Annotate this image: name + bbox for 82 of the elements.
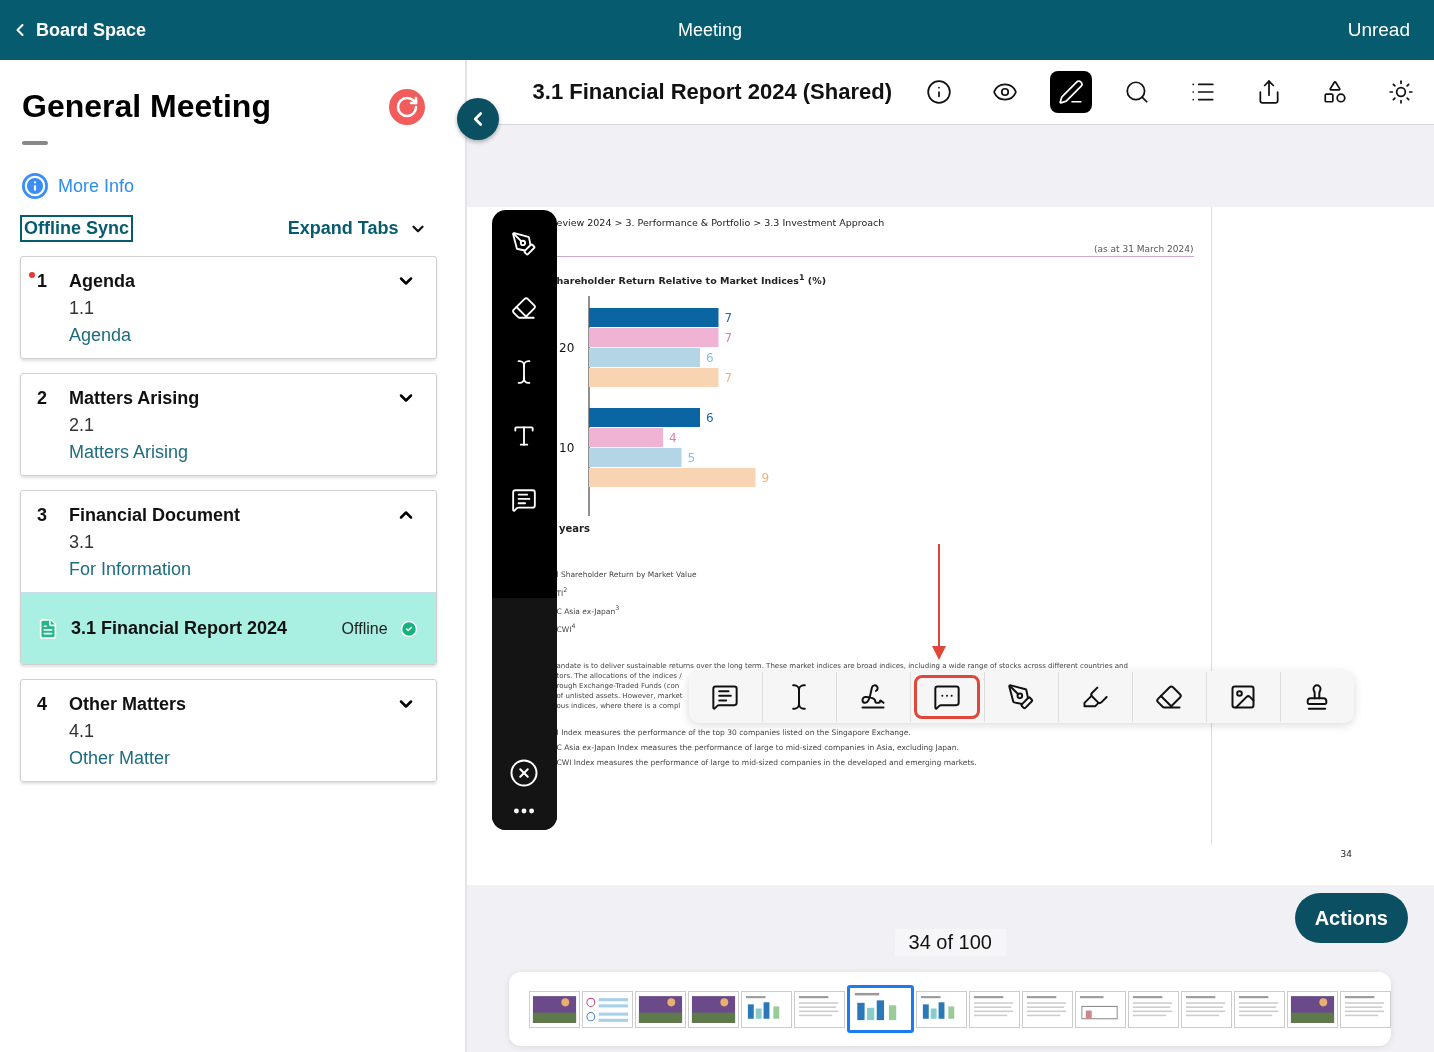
page-thumbnail[interactable] [1181,990,1233,1028]
item-number: 1.1 [69,298,96,319]
eraser-icon [1155,683,1184,711]
page-thumbnail[interactable] [1234,990,1286,1028]
note-icon [511,487,538,513]
pen-icon [1007,683,1036,711]
value-label: 7 [724,311,732,326]
toolbar-button[interactable] [1050,71,1092,113]
chart-title: hareholder Return Relative to Market Indices$^{1}$ (%) [556,273,827,287]
section-title: Financial Document [69,505,242,526]
page-thumbnail[interactable] [529,990,581,1028]
value-label: 7 [724,371,732,386]
sun-icon [1388,79,1414,105]
offline-sync-button[interactable]: Offline Sync [20,215,134,242]
refresh-button[interactable] [388,88,425,125]
document-title: 3.1 Financial Report 2024 (Shared) [532,79,892,105]
section-title: Other Matters [69,694,188,715]
page-thumbnail[interactable] [1128,990,1180,1028]
close-icon[interactable] [509,758,540,788]
comment-icon [933,683,962,711]
section-number: 4 [36,694,48,715]
date-note: (as at 31 March 2024) [1094,244,1194,254]
item-link[interactable]: Agenda [69,325,396,346]
unread-link[interactable]: Unread [1347,19,1410,41]
breadcrumb: eview 2024 > 3. Performance & Portfolio > 3.3 Investment Approach [556,217,886,228]
item-number: 2.1 [69,415,96,436]
page-thumbnail[interactable] [1340,990,1392,1028]
section-number: 2 [36,388,48,409]
document-row[interactable]: 3.1 Financial Report 2024 Offline [21,592,436,664]
value-label: 6 [705,411,714,426]
page-thumbnail[interactable] [916,990,968,1028]
note-icon [711,683,740,711]
check-icon [399,619,418,638]
share-icon [1256,79,1282,105]
page-thumbnail[interactable] [635,990,687,1028]
category-label: 20 [558,341,574,356]
item-link[interactable]: Other Matter [69,748,396,769]
offline-status: Offline [341,619,388,638]
info-icon [926,79,952,105]
back-link[interactable]: Board Space [10,19,147,41]
actions-button[interactable]: Actions [1294,893,1408,943]
page-title: Meeting [678,19,743,41]
axis-label: years [558,523,590,535]
page-thumbnail[interactable] [847,985,915,1033]
document-title: 3.1 Financial Report 2024 [71,618,289,639]
page-thumbnail[interactable] [582,990,634,1028]
value-label: 6 [705,351,714,366]
section-number: 3 [36,505,48,526]
expand-tabs-button[interactable]: Expand Tabs [287,218,427,239]
pen-icon [511,231,538,257]
category-label: 10 [558,441,574,456]
value-label: 4 [668,431,677,446]
page-thumbnail[interactable] [969,990,1021,1028]
item-number: 3.1 [69,532,96,553]
page-number: 34 [1340,849,1352,859]
annotation-tool-button[interactable] [914,675,981,719]
section-title: Matters Arising [69,388,201,409]
eraser-icon [511,295,538,321]
collapse-button[interactable] [457,98,499,140]
page-thumbnail[interactable] [741,990,793,1028]
refresh-icon [394,94,419,119]
value-label: 5 [687,451,695,466]
value-label: 9 [761,471,769,486]
info-icon [22,173,48,199]
page-thumbnail[interactable] [1022,990,1074,1028]
section-number: 1 [35,271,69,292]
shapes-icon [1322,79,1348,105]
section-title: Agenda [69,271,136,292]
page-thumbnail[interactable] [1287,990,1339,1028]
value-label: 7 [724,331,732,346]
item-link[interactable]: Matters Arising [69,442,396,463]
page-counter: 34 of 100 [894,929,1006,956]
item-link[interactable]: For Information [69,559,396,580]
meeting-title: General Meeting [22,88,271,125]
image-icon [1229,683,1258,711]
item-number: 4.1 [69,721,96,742]
page-thumbnail[interactable] [688,990,740,1028]
document-icon [37,617,59,640]
search-icon [1124,79,1150,105]
page-thumbnail[interactable] [1075,990,1127,1028]
page-thumbnail[interactable] [794,990,846,1028]
pencil-icon [1058,79,1084,105]
